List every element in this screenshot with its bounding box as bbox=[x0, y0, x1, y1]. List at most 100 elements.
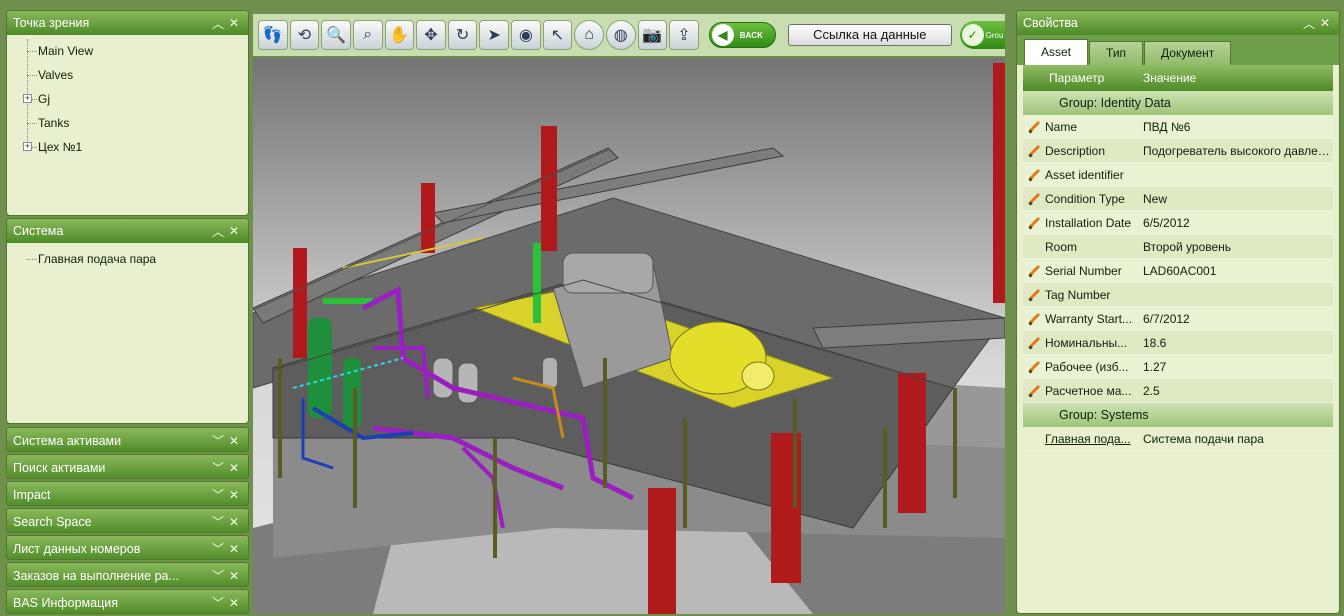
collapsed-panel-header[interactable]: Impact ﹀ ✕ bbox=[7, 482, 248, 505]
viewpoint-item[interactable]: Tanks bbox=[7, 111, 248, 135]
orbit-icon[interactable]: ⟲ bbox=[289, 20, 320, 50]
property-value[interactable]: New bbox=[1137, 192, 1333, 206]
edit-pencil-icon[interactable] bbox=[1023, 217, 1045, 229]
expand-icon[interactable]: + bbox=[23, 142, 32, 151]
group-button[interactable]: ✓ Grou bbox=[959, 21, 1006, 49]
viewpoints-panel-header[interactable]: Точка зрения ︿ ✕ bbox=[7, 11, 248, 35]
property-value[interactable]: Система подачи пара bbox=[1137, 432, 1333, 446]
property-group-header[interactable]: Group: Identity Data bbox=[1023, 91, 1333, 115]
property-value[interactable]: 6/5/2012 bbox=[1137, 216, 1333, 230]
collapse-icon[interactable]: ︿ bbox=[210, 15, 226, 32]
property-value[interactable]: 2.5 bbox=[1137, 384, 1333, 398]
property-value[interactable]: Подогреватель высокого давлен... bbox=[1137, 144, 1333, 158]
property-value[interactable]: LAD60AC001 bbox=[1137, 264, 1333, 278]
collapse-icon[interactable]: ︿ bbox=[1301, 15, 1317, 32]
properties-panel-header[interactable]: Свойства ︿ ✕ bbox=[1017, 11, 1339, 35]
property-value[interactable]: ПВД №6 bbox=[1137, 120, 1333, 134]
edit-pencil-icon[interactable] bbox=[1023, 361, 1045, 373]
close-icon[interactable]: ✕ bbox=[226, 224, 242, 238]
navigate-icon[interactable]: ✥ bbox=[416, 20, 446, 50]
property-row[interactable]: Condition Type New bbox=[1023, 187, 1333, 211]
pointer-icon[interactable]: ↖ bbox=[542, 20, 573, 50]
system-panel-header[interactable]: Система ︿ ✕ bbox=[7, 219, 248, 243]
expand-chevron-icon[interactable]: ﹀ bbox=[210, 486, 226, 503]
property-row[interactable]: Room Второй уровень bbox=[1023, 235, 1333, 259]
select-icon[interactable]: ➤ bbox=[479, 20, 509, 50]
walk-icon[interactable]: 👣 bbox=[258, 20, 288, 50]
home-icon[interactable]: ⌂ bbox=[574, 20, 604, 50]
rotate-icon[interactable]: ↻ bbox=[447, 20, 478, 50]
edit-pencil-icon[interactable] bbox=[1023, 121, 1045, 133]
collapsed-panel-header[interactable]: Лист данных номеров ﹀ ✕ bbox=[7, 536, 248, 559]
collapsed-panel-header[interactable]: Заказов на выполнение ра... ﹀ ✕ bbox=[7, 563, 248, 586]
property-row[interactable]: Name ПВД №6 bbox=[1023, 115, 1333, 139]
close-icon[interactable]: ✕ bbox=[226, 515, 242, 529]
property-row[interactable]: Installation Date 6/5/2012 bbox=[1023, 211, 1333, 235]
edit-pencil-icon[interactable] bbox=[1023, 385, 1045, 397]
close-icon[interactable]: ✕ bbox=[226, 16, 242, 30]
expand-chevron-icon[interactable]: ﹀ bbox=[210, 540, 226, 557]
collapsed-panel: Лист данных номеров ﹀ ✕ bbox=[6, 535, 249, 560]
data-link-button[interactable]: Ссылка на данные bbox=[787, 24, 952, 46]
property-row[interactable]: Asset identifier bbox=[1023, 163, 1333, 187]
properties-panel: Свойства ︿ ✕ Asset Тип Документ Параметр З… bbox=[1016, 10, 1340, 614]
property-value[interactable]: 6/7/2012 bbox=[1137, 312, 1333, 326]
property-row[interactable]: Warranty Start... 6/7/2012 bbox=[1023, 307, 1333, 331]
layers-icon[interactable]: ◉ bbox=[511, 20, 541, 50]
sphere-icon[interactable]: ◍ bbox=[605, 20, 636, 50]
edit-pencil-icon[interactable] bbox=[1023, 313, 1045, 325]
zoom-icon[interactable]: 🔍 bbox=[321, 20, 351, 50]
property-value[interactable]: 18.6 bbox=[1137, 336, 1333, 350]
edit-pencil-icon[interactable] bbox=[1023, 265, 1045, 277]
property-row[interactable]: Расчетное ма... 2.5 bbox=[1023, 379, 1333, 403]
expand-chevron-icon[interactable]: ﹀ bbox=[210, 432, 226, 449]
collapsed-panel-header[interactable]: Поиск активами ﹀ ✕ bbox=[7, 455, 248, 478]
property-value[interactable]: 1.27 bbox=[1137, 360, 1333, 374]
collapsed-panel: Search Space ﹀ ✕ bbox=[6, 508, 249, 533]
property-row[interactable]: Serial Number LAD60AC001 bbox=[1023, 259, 1333, 283]
property-row[interactable]: Description Подогреватель высокого давлен… bbox=[1023, 139, 1333, 163]
edit-pencil-icon[interactable] bbox=[1023, 289, 1045, 301]
close-icon[interactable]: ✕ bbox=[226, 596, 242, 610]
edit-pencil-icon[interactable] bbox=[1023, 337, 1045, 349]
collapsed-panel-header[interactable]: Search Space ﹀ ✕ bbox=[7, 509, 248, 532]
close-icon[interactable]: ✕ bbox=[226, 569, 242, 583]
collapse-icon[interactable]: ︿ bbox=[210, 223, 226, 240]
back-button[interactable]: ◀ BACK bbox=[708, 22, 776, 48]
viewpoint-item[interactable]: + Gj bbox=[7, 87, 248, 111]
expand-chevron-icon[interactable]: ﹀ bbox=[210, 513, 226, 530]
system-item[interactable]: Главная подача пара bbox=[7, 247, 248, 271]
tab-asset[interactable]: Asset bbox=[1024, 39, 1089, 65]
zoom-window-icon[interactable]: ⌕ bbox=[352, 20, 383, 50]
property-value[interactable]: Второй уровень bbox=[1137, 240, 1333, 254]
viewpoint-item[interactable]: + Цех №1 bbox=[7, 135, 248, 159]
tab-document[interactable]: Документ bbox=[1144, 41, 1232, 65]
property-group-header[interactable]: Group: Systems bbox=[1023, 403, 1333, 427]
property-row[interactable]: Рабочее (изб... 1.27 bbox=[1023, 355, 1333, 379]
property-row[interactable]: Главная пода... Система подачи пара bbox=[1023, 427, 1333, 451]
camera-icon[interactable]: 📷 bbox=[637, 20, 668, 50]
property-row[interactable]: Номинальны... 18.6 bbox=[1023, 331, 1333, 355]
property-row[interactable]: Tag Number bbox=[1023, 283, 1333, 307]
expand-chevron-icon[interactable]: ﹀ bbox=[210, 459, 226, 476]
viewpoint-item[interactable]: Valves bbox=[7, 63, 248, 87]
edit-pencil-icon[interactable] bbox=[1023, 193, 1045, 205]
expand-chevron-icon[interactable]: ﹀ bbox=[210, 567, 226, 584]
close-icon[interactable]: ✕ bbox=[226, 542, 242, 556]
collapsed-panel-header[interactable]: BAS Информация ﹀ ✕ bbox=[7, 590, 248, 613]
close-icon[interactable]: ✕ bbox=[226, 461, 242, 475]
edit-pencil-icon[interactable] bbox=[1023, 145, 1045, 157]
close-icon[interactable]: ✕ bbox=[226, 488, 242, 502]
viewpoint-item[interactable]: Main View bbox=[7, 39, 248, 63]
3d-viewport[interactable] bbox=[253, 58, 1005, 614]
close-icon[interactable]: ✕ bbox=[226, 434, 242, 448]
tab-type[interactable]: Тип bbox=[1089, 41, 1144, 65]
close-icon[interactable]: ✕ bbox=[1317, 16, 1333, 30]
collapsed-panel-header[interactable]: Система активами ﹀ ✕ bbox=[7, 428, 248, 451]
property-link[interactable]: Главная пода... bbox=[1045, 432, 1137, 446]
edit-pencil-icon[interactable] bbox=[1023, 169, 1045, 181]
pan-icon[interactable]: ✋ bbox=[384, 20, 415, 50]
expand-icon[interactable]: + bbox=[23, 94, 32, 103]
expand-chevron-icon[interactable]: ﹀ bbox=[210, 594, 226, 611]
export-icon[interactable]: ⇪ bbox=[669, 20, 699, 50]
